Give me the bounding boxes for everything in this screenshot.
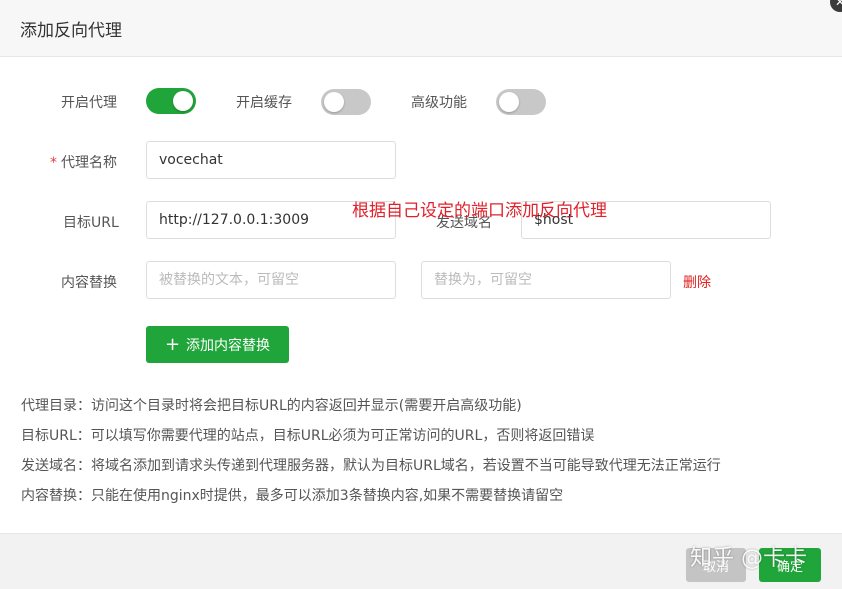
advanced-toggle[interactable] xyxy=(496,89,546,115)
advanced-label: 高级功能 xyxy=(411,95,467,111)
help-line: 目标URL：可以填写你需要代理的站点，目标URL必须为可正常访问的URL，否则将… xyxy=(21,428,595,444)
content-replace-label: 内容替换 xyxy=(61,275,117,291)
proxy-enable-toggle[interactable] xyxy=(146,88,196,114)
proxy-name-label-text: 代理名称 xyxy=(61,155,117,171)
proxy-name-label: * 代理名称 xyxy=(50,152,117,172)
toggle-knob xyxy=(173,91,193,111)
replace-from-input[interactable] xyxy=(146,261,396,299)
help-line: 代理目录：访问这个目录时将会把目标URL的内容返回并显示(需要开启高级功能) xyxy=(21,398,522,414)
dialog-header: 添加反向代理 xyxy=(0,0,842,57)
add-replace-button[interactable]: + 添加内容替换 xyxy=(146,326,289,363)
cache-enable-label: 开启缓存 xyxy=(236,95,292,111)
help-line: 内容替换：只能在使用nginx时提供，最多可以添加3条替换内容,如果不需要替换请… xyxy=(21,488,564,504)
toggle-knob xyxy=(499,92,519,112)
dialog-title: 添加反向代理 xyxy=(20,21,122,41)
plus-icon: + xyxy=(164,333,181,355)
cache-enable-toggle[interactable] xyxy=(321,89,371,115)
annotation-text: 根据自己设定的端口添加反向代理 xyxy=(352,201,607,221)
proxy-name-input[interactable] xyxy=(146,141,396,179)
delete-replace-link[interactable]: 删除 xyxy=(683,272,711,292)
proxy-enable-label: 开启代理 xyxy=(61,95,117,111)
replace-to-input[interactable] xyxy=(421,261,671,299)
help-line: 发送域名：将域名添加到请求头传递到代理服务器，默认为目标URL域名，若设置不当可… xyxy=(21,458,721,474)
toggle-knob xyxy=(324,92,344,112)
target-url-label: 目标URL xyxy=(63,215,119,231)
add-replace-label: 添加内容替换 xyxy=(186,337,271,354)
required-mark: * xyxy=(50,155,57,171)
watermark: 知乎 @卡卡 xyxy=(690,546,807,571)
